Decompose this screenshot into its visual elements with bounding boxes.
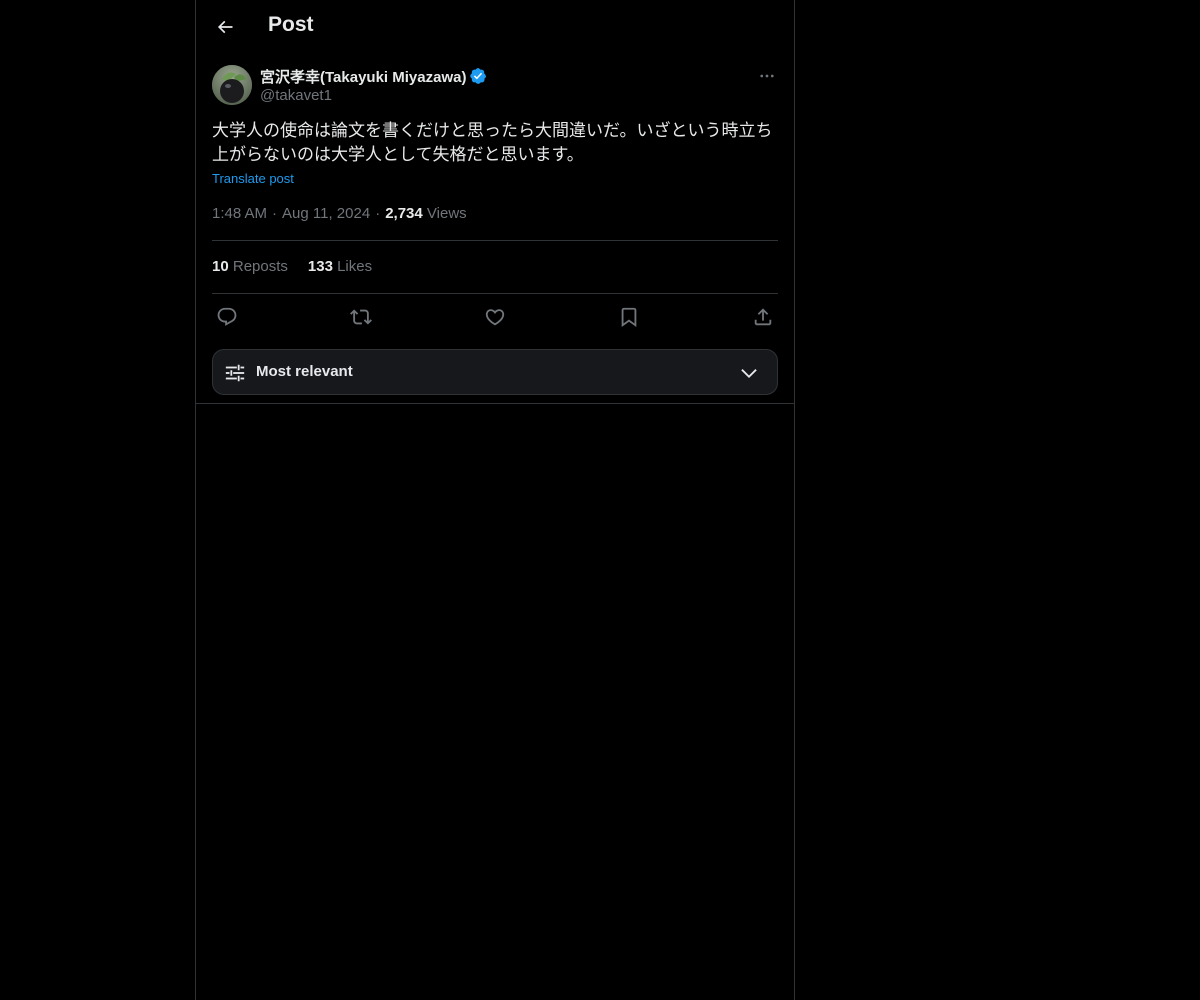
more-icon xyxy=(760,74,774,78)
reposts-label: Reposts xyxy=(232,258,288,275)
share-icon xyxy=(754,308,772,326)
likes-count: 133 xyxy=(307,258,333,275)
reply-button[interactable] xyxy=(212,304,242,330)
views-label: Views xyxy=(426,205,467,222)
post-date[interactable]: Aug 11, 2024 xyxy=(282,205,370,222)
sort-label: Most relevant xyxy=(256,363,353,380)
post-text: 大学人の使命は論文を書くだけと思ったら大間違いだ。いざという時立ち上がらないのは… xyxy=(212,121,773,165)
back-button[interactable] xyxy=(208,10,242,44)
action-bar xyxy=(212,304,778,330)
engagement-stats: 10 Reposts 133 Likes xyxy=(212,258,392,275)
section-divider xyxy=(196,403,794,404)
sliders-icon xyxy=(225,364,245,382)
heart-icon xyxy=(485,309,505,326)
repost-button[interactable] xyxy=(346,304,376,330)
arrow-left-icon xyxy=(217,20,233,34)
like-button[interactable] xyxy=(480,304,510,330)
repost-icon xyxy=(350,309,372,325)
author-handle[interactable]: @takavet1 xyxy=(260,87,332,104)
share-button[interactable] xyxy=(748,304,778,330)
reply-icon xyxy=(217,307,237,326)
likes-label: Likes xyxy=(337,258,373,275)
author-name-row: 宮沢孝幸(Takayuki Miyazawa) xyxy=(260,66,487,86)
translate-post-link[interactable]: Translate post xyxy=(212,171,294,186)
divider xyxy=(212,240,778,241)
more-button[interactable] xyxy=(756,66,778,86)
author-name[interactable]: 宮沢孝幸(Takayuki Miyazawa) xyxy=(260,66,466,87)
bookmark-icon xyxy=(621,307,637,328)
sort-replies-dropdown[interactable]: Most relevant xyxy=(212,349,778,395)
avatar[interactable] xyxy=(212,65,252,105)
meta-separator: · xyxy=(375,205,381,222)
bookmark-button[interactable] xyxy=(614,304,644,330)
reposts-count: 10 xyxy=(212,258,229,275)
page-title: Post xyxy=(268,13,314,36)
post-meta: 1:48 AM · Aug 11, 2024 · 2,734 Views xyxy=(212,205,467,222)
likes-stat[interactable]: 133 Likes xyxy=(308,258,372,275)
verified-badge-icon[interactable] xyxy=(469,67,487,85)
views-count: 2,734 xyxy=(385,205,423,222)
reposts-stat[interactable]: 10 Reposts xyxy=(212,258,288,275)
avatar-image xyxy=(212,65,252,105)
top-bar: Post xyxy=(196,0,794,54)
divider xyxy=(212,293,778,294)
post-time[interactable]: 1:48 AM xyxy=(212,205,267,222)
primary-column: Post 宮沢孝幸(Takayuki Miyazawa) @takavet1 大… xyxy=(195,0,795,1000)
chevron-down-icon xyxy=(741,369,757,379)
meta-separator: · xyxy=(272,205,278,222)
